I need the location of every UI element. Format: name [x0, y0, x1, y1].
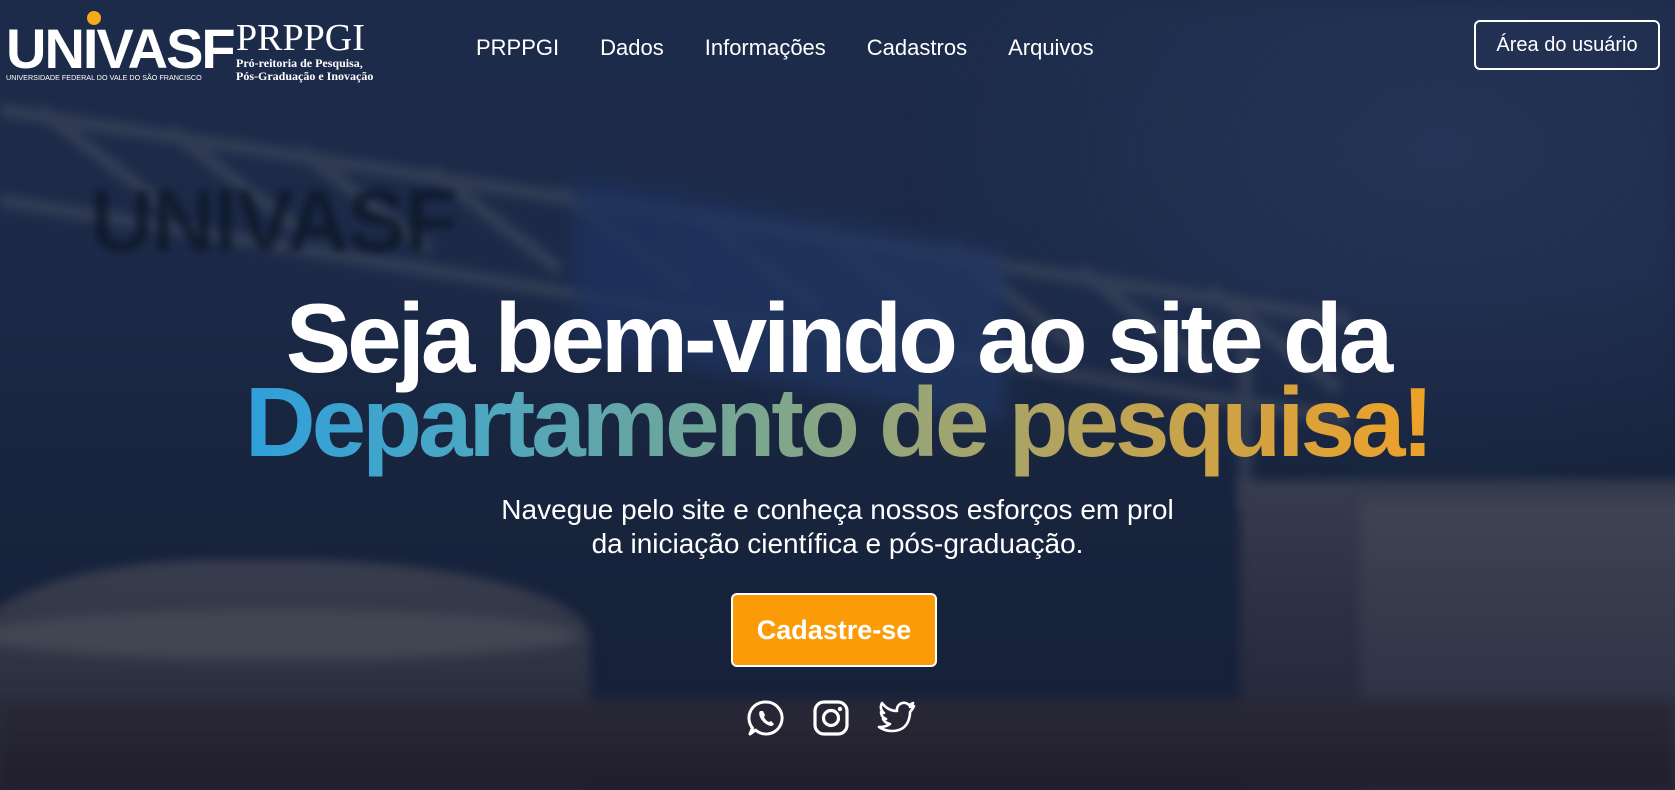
logo-dot-icon	[87, 11, 101, 25]
twitter-icon[interactable]	[877, 698, 917, 738]
hero-subtitle-line2: da iniciação científica e pós-graduação.	[591, 528, 1084, 559]
nav-link-dados[interactable]: Dados	[600, 34, 664, 62]
logo-dept-line1: Pró-reitoria de Pesquisa,	[236, 56, 363, 70]
logo-dept-line2: Pós-Graduação e Inovação	[236, 69, 373, 83]
site-logo[interactable]: UNIVASF UNIVERSIDADE FEDERAL DO VALE DO …	[6, 6, 396, 86]
hero-subtitle-line1: Navegue pelo site e conheça nossos esfor…	[501, 494, 1174, 525]
whatsapp-icon[interactable]	[746, 698, 786, 738]
hero-title-line2: Departamento de pesquisa!	[0, 370, 1675, 474]
nav-link-arquivos[interactable]: Arquivos	[1008, 34, 1094, 62]
nav-link-prppgi[interactable]: PRPPGI	[476, 34, 559, 62]
hero-subtitle: Navegue pelo site e conheça nossos esfor…	[0, 493, 1675, 561]
logo-brand-subtitle: UNIVERSIDADE FEDERAL DO VALE DO SÃO FRAN…	[6, 73, 202, 82]
logo-brand: UNIVASF	[6, 17, 234, 80]
hero-title-gradient-text: Departamento de pesquisa!	[244, 367, 1434, 477]
user-area-button[interactable]: Área do usuário	[1474, 20, 1660, 70]
logo-dept: PRPPGI	[236, 17, 365, 59]
nav-link-informacoes[interactable]: Informações	[705, 34, 826, 62]
signup-button[interactable]: Cadastre-se	[731, 593, 937, 667]
main-nav: PRPPGI Dados Informações Cadastros Arqui…	[476, 34, 1135, 62]
nav-link-cadastros[interactable]: Cadastros	[867, 34, 967, 62]
instagram-icon[interactable]	[811, 698, 851, 738]
